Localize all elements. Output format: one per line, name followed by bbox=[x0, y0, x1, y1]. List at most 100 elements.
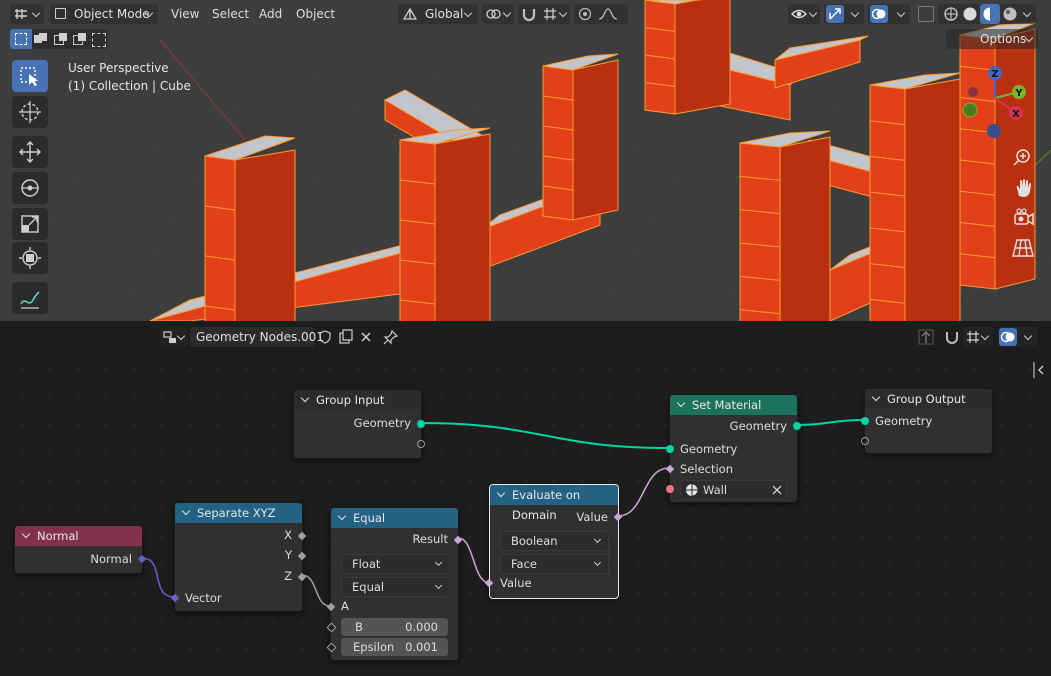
close-icon[interactable] bbox=[772, 485, 782, 495]
tool-scale[interactable] bbox=[12, 208, 48, 240]
node-editor[interactable]: Geometry Nodes.001 Group Input Geometry bbox=[0, 321, 1051, 676]
overlays-icon bbox=[870, 5, 888, 23]
b-value-field[interactable]: B 0.000 bbox=[341, 618, 448, 636]
data-type-value: Boolean bbox=[511, 534, 558, 548]
input-socket-empty[interactable] bbox=[861, 437, 869, 445]
orientation-icon bbox=[402, 7, 418, 20]
node-set-material[interactable]: Set Material Geometry Geometry Selection… bbox=[665, 394, 801, 503]
chevron-down-icon bbox=[434, 581, 443, 590]
epsilon-value-field[interactable]: Epsilon 0.001 bbox=[341, 638, 448, 656]
tool-annotate[interactable] bbox=[12, 282, 48, 314]
b-value: 0.000 bbox=[405, 620, 438, 634]
operation-dropdown[interactable]: Equal bbox=[341, 577, 450, 597]
proportional-editing-controls[interactable] bbox=[574, 4, 628, 24]
gizmo-neg-y-axis[interactable] bbox=[962, 102, 978, 118]
output-socket-geometry[interactable] bbox=[417, 420, 425, 428]
output-socket-empty[interactable] bbox=[417, 440, 425, 448]
mode-dropdown[interactable]: Object Mode bbox=[50, 4, 158, 24]
mesh-column-side bbox=[434, 133, 491, 321]
gizmo-neg-x-axis[interactable] bbox=[968, 87, 978, 97]
node-normal[interactable]: Normal Normal bbox=[14, 525, 147, 574]
active-collection-label: (1) Collection | Cube bbox=[68, 79, 191, 93]
select-intersect-button[interactable] bbox=[92, 33, 106, 47]
material-field[interactable]: Wall bbox=[680, 480, 787, 500]
tool-move[interactable] bbox=[12, 136, 48, 168]
options-label: Options bbox=[980, 32, 1027, 46]
menu-add[interactable]: Add bbox=[259, 4, 282, 24]
node-title: Normal bbox=[37, 529, 79, 543]
visibility-dropdown[interactable] bbox=[788, 4, 820, 24]
gizmo-z-label: Z bbox=[991, 69, 998, 80]
node-evaluate-on-domain[interactable]: Evaluate on Domain Value Boolean Face Va… bbox=[484, 484, 623, 599]
gizmo-neg-z-axis[interactable] bbox=[987, 124, 1001, 138]
socket-label-result: Result bbox=[412, 532, 448, 546]
solid-shading-icon[interactable] bbox=[962, 6, 978, 22]
output-socket-geometry[interactable] bbox=[793, 422, 801, 430]
camera-icon[interactable] bbox=[1011, 206, 1037, 230]
navigation-gizmo[interactable]: Z Y X bbox=[955, 60, 1051, 144]
shading-mode-buttons[interactable] bbox=[938, 4, 1036, 24]
node-equal[interactable]: Equal Result Float Equal A B 0.000 Epsilo… bbox=[326, 507, 463, 661]
socket-label-selection: Selection bbox=[680, 462, 733, 476]
transform-orientation-dropdown[interactable]: Global bbox=[398, 4, 478, 24]
chevron-down-icon bbox=[463, 8, 473, 18]
domain-dropdown[interactable]: Face bbox=[500, 554, 609, 574]
tool-select-box[interactable] bbox=[12, 60, 48, 92]
gizmo-toggle[interactable] bbox=[824, 4, 864, 24]
socket-label-geometry: Geometry bbox=[353, 416, 411, 430]
overlays-toggle[interactable] bbox=[868, 4, 910, 24]
mesh-column-side bbox=[674, 0, 731, 115]
select-subtract-button[interactable] bbox=[54, 33, 68, 45]
wireframe-shading-icon[interactable] bbox=[943, 6, 959, 22]
select-invert-button[interactable] bbox=[73, 33, 87, 45]
node-group-output[interactable]: Group Output Geometry bbox=[861, 388, 993, 454]
zoom-icon[interactable] bbox=[1011, 146, 1037, 170]
domain-value: Face bbox=[511, 557, 538, 571]
menu-object[interactable]: Object bbox=[296, 4, 335, 24]
tool-cursor[interactable] bbox=[12, 96, 48, 128]
chevron-down-icon bbox=[434, 558, 443, 567]
socket-label-normal: Normal bbox=[90, 552, 132, 566]
input-socket-material[interactable] bbox=[666, 485, 674, 493]
orientation-label: Global bbox=[425, 7, 464, 21]
socket-label-geometry: Geometry bbox=[875, 414, 933, 428]
select-new-button[interactable] bbox=[10, 29, 32, 49]
node-title: Set Material bbox=[692, 398, 762, 412]
chevron-down-icon bbox=[593, 535, 602, 544]
object-mode-icon bbox=[55, 8, 66, 19]
data-type-dropdown[interactable]: Boolean bbox=[500, 531, 609, 551]
node-title: Group Input bbox=[316, 393, 385, 407]
options-dropdown[interactable]: Options bbox=[946, 29, 1038, 49]
editor-type-button[interactable] bbox=[10, 4, 44, 24]
node-group-input[interactable]: Group Input Geometry bbox=[293, 389, 425, 459]
pivot-icon bbox=[486, 9, 501, 19]
chevron-down-icon bbox=[502, 8, 512, 18]
menu-select[interactable]: Select bbox=[212, 4, 249, 24]
rendered-shading-icon[interactable] bbox=[1002, 6, 1018, 22]
chevron-down-icon bbox=[558, 8, 568, 18]
node-separate-xyz[interactable]: Separate XYZ X Y Z Vector bbox=[170, 502, 307, 612]
tool-rotate[interactable] bbox=[12, 172, 48, 204]
mesh-column-front bbox=[399, 139, 436, 321]
rotate-icon bbox=[21, 179, 39, 197]
node-title: Equal bbox=[353, 511, 386, 525]
pivot-point-dropdown[interactable] bbox=[482, 4, 514, 24]
select-extend-button[interactable] bbox=[34, 33, 48, 45]
material-preview-shading-icon[interactable] bbox=[980, 4, 1000, 24]
grid-view-icon[interactable] bbox=[1011, 236, 1037, 260]
pan-hand-icon[interactable] bbox=[1011, 176, 1037, 200]
mesh-column-front bbox=[204, 155, 236, 321]
viewport-scene[interactable] bbox=[0, 0, 1051, 321]
menu-view[interactable]: View bbox=[171, 4, 199, 24]
proportional-editing-icon bbox=[578, 7, 592, 21]
node-title: Separate XYZ bbox=[197, 506, 276, 520]
input-socket-geometry[interactable] bbox=[666, 445, 674, 453]
tool-transform[interactable] bbox=[12, 242, 48, 274]
chevron-down-icon bbox=[31, 8, 41, 18]
transform-icon bbox=[19, 247, 41, 269]
3d-viewport[interactable]: Object Mode View Select Add Object Globa… bbox=[0, 0, 1051, 321]
input-socket-geometry[interactable] bbox=[861, 417, 869, 425]
data-type-dropdown[interactable]: Float bbox=[341, 554, 450, 574]
xray-icon[interactable] bbox=[918, 6, 934, 22]
snap-controls[interactable] bbox=[518, 4, 570, 24]
